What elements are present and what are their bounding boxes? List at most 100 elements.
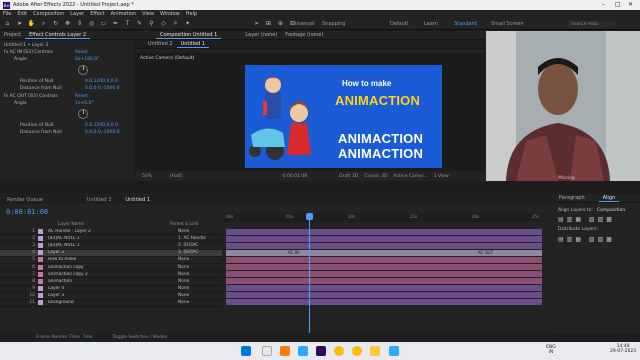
tab-untitled-2[interactable]: Untitled 2 <box>80 197 119 203</box>
menu-help[interactable]: Help <box>186 11 197 17</box>
search-icon[interactable] <box>262 346 272 356</box>
menu-effect[interactable]: Effect <box>90 11 104 17</box>
pan-behind-icon[interactable]: ◎ <box>87 19 96 28</box>
photoshop-icon[interactable] <box>298 346 308 356</box>
layer-bar-selected[interactable] <box>226 250 542 256</box>
world-axis-icon[interactable]: ⊕ <box>276 19 285 28</box>
layer-bar[interactable] <box>226 236 542 242</box>
zoom-select[interactable]: 50% <box>142 174 152 179</box>
comp-tab-untitled-2[interactable]: Untitled 2 <box>144 41 177 47</box>
angle-dial[interactable] <box>78 65 88 75</box>
hand-tool-icon[interactable]: ✋ <box>27 19 36 28</box>
menu-composition[interactable]: Composition <box>33 11 64 17</box>
selection-tool-icon[interactable]: ➤ <box>15 19 24 28</box>
workspace-small-screen[interactable]: Small Screen <box>491 21 524 27</box>
layer-bar[interactable] <box>226 271 542 277</box>
resolution-select[interactable]: (Half) <box>170 174 183 179</box>
menu-view[interactable]: View <box>142 11 154 17</box>
layer-row[interactable]: 8 animaction None <box>0 278 222 286</box>
minimize-icon[interactable]: – <box>602 1 605 8</box>
dolly-tool-icon[interactable]: ⇕ <box>75 19 84 28</box>
comp-tab-untitled-1[interactable]: Untitled 1 <box>176 41 210 48</box>
type-tool-icon[interactable]: T <box>123 19 132 28</box>
tab-render-queue[interactable]: Render Queue <box>0 197 50 203</box>
position-value-2[interactable]: 0.0,1200.0,0.0 <box>85 123 118 128</box>
reset-ac-in[interactable]: Reset <box>75 50 88 55</box>
tab-effect-controls[interactable]: Effect Controls Layer 2 <box>25 32 91 39</box>
illustrator-icon[interactable] <box>280 346 290 356</box>
language-indicator[interactable]: ENG IN <box>546 345 556 355</box>
draft-3d-toggle[interactable]: Draft 3D <box>339 174 358 179</box>
align-buttons[interactable]: ▤▥▦ ▧▨▩ <box>558 216 615 223</box>
layer-bar[interactable] <box>226 292 542 298</box>
time-ruler[interactable]: 00s 05s 10s 15s 20s 25s <box>224 213 544 222</box>
layer-row[interactable]: 4 Layer 2 3. [B3]AC <box>0 249 222 257</box>
eraser-tool-icon[interactable]: ◇ <box>159 19 168 28</box>
layer-bar[interactable] <box>226 278 542 284</box>
chrome-profile-icon[interactable] <box>352 346 362 356</box>
clone-stamp-icon[interactable]: ⚲ <box>147 19 156 28</box>
views-select[interactable]: 1 View <box>434 174 449 179</box>
layer-bar[interactable] <box>226 299 542 305</box>
universal-label[interactable]: Universal <box>291 21 314 27</box>
viewer-timecode[interactable]: 0:00:01:08 <box>283 174 308 179</box>
layer-bar[interactable] <box>226 229 542 235</box>
workspace-default[interactable]: Default <box>390 21 408 27</box>
file-explorer-icon[interactable] <box>370 346 380 356</box>
distance-value-2[interactable]: 0.0,0.0,-1000.0 <box>85 130 120 135</box>
photoshop-2-icon[interactable] <box>389 346 399 356</box>
select-arrow-icon[interactable]: ➤ <box>252 19 261 28</box>
position-value[interactable]: 0.0,1200.0,0.0 <box>85 79 118 84</box>
distribute-buttons[interactable]: ▤▥▦ ▧▨▩ <box>558 236 615 243</box>
layer-row[interactable]: 1 AC Handle - Layer 2 None <box>0 228 222 236</box>
after-effects-icon[interactable] <box>316 346 326 356</box>
layer-bar[interactable] <box>226 257 542 263</box>
windows-start-icon[interactable] <box>241 346 251 356</box>
orbit-tool-icon[interactable]: ↻ <box>51 19 60 28</box>
menu-file[interactable]: File <box>3 11 11 17</box>
renderer-select[interactable]: Classic 3D <box>364 174 387 179</box>
angle-value[interactable]: 0x+180.0° <box>75 57 99 62</box>
pan-tool-icon[interactable]: ✥ <box>63 19 72 28</box>
playhead-line[interactable] <box>309 213 310 335</box>
comp-title[interactable]: Composition Untitled 1 <box>156 32 222 39</box>
effect-ac-in[interactable]: fx AC IN [B3] Controls <box>4 50 53 55</box>
zoom-tool-icon[interactable]: ⌕ <box>39 19 48 28</box>
workspace-standard[interactable]: Standard <box>454 21 477 27</box>
layer-bar[interactable] <box>226 264 542 270</box>
brush-tool-icon[interactable]: ✎ <box>135 19 144 28</box>
tab-paragraph[interactable]: Paragraph <box>555 195 589 201</box>
local-axis-icon[interactable]: ⊞ <box>264 19 273 28</box>
tab-untitled-1[interactable]: Untitled 1 <box>118 197 157 203</box>
snapping-toggle[interactable]: Snapping <box>322 21 346 27</box>
chrome-icon[interactable] <box>334 346 344 356</box>
menu-edit[interactable]: Edit <box>17 11 27 17</box>
roto-brush-icon[interactable]: ✧ <box>171 19 180 28</box>
footage-viewer-label[interactable]: Footage (none) <box>281 32 327 38</box>
layer-row[interactable]: 7 animaction copy 2 None <box>0 271 222 279</box>
comp-canvas[interactable]: How to make ANIMACTION ANIMACTION ANIMAC… <box>245 65 442 168</box>
layer-row[interactable]: 2 [B3]AC NULL 1 1. AC Handle <box>0 235 222 243</box>
pen-tool-icon[interactable]: ✒ <box>111 19 120 28</box>
layer-viewer-label[interactable]: Layer (none) <box>241 32 281 38</box>
menu-animation[interactable]: Animation <box>111 11 137 17</box>
distance-value[interactable]: 0.0,0.0,-1000.0 <box>85 86 120 91</box>
tab-align[interactable]: Align <box>598 195 620 202</box>
maximize-icon[interactable]: □ <box>615 1 621 8</box>
toggle-switches-modes[interactable]: Toggle Switches / Modes <box>113 335 168 340</box>
layer-row[interactable]: 5 How to make None <box>0 257 222 264</box>
tab-project[interactable]: Project <box>0 32 25 38</box>
layer-bar[interactable] <box>226 243 542 249</box>
layer-row[interactable]: 6 animaction copy None <box>0 264 222 272</box>
home-icon[interactable]: ⌂ <box>3 19 12 28</box>
search-help-input[interactable]: Search Help <box>568 21 616 28</box>
timeline-area[interactable]: 00s 05s 10s 15s 20s 25s AC IN AC OUT <box>224 213 544 335</box>
rectangle-tool-icon[interactable]: ▭ <box>99 19 108 28</box>
workspace-learn[interactable]: Learn <box>424 21 438 27</box>
camera-select[interactable]: Active Camer... <box>394 174 428 179</box>
close-icon[interactable]: ✕ <box>628 1 633 8</box>
angle-value-2[interactable]: 1x+0.0° <box>75 101 94 106</box>
puppet-pin-icon[interactable]: ✦ <box>183 19 192 28</box>
layer-row[interactable]: 10 Layer 3 None <box>0 293 222 300</box>
menu-window[interactable]: Window <box>160 11 180 17</box>
